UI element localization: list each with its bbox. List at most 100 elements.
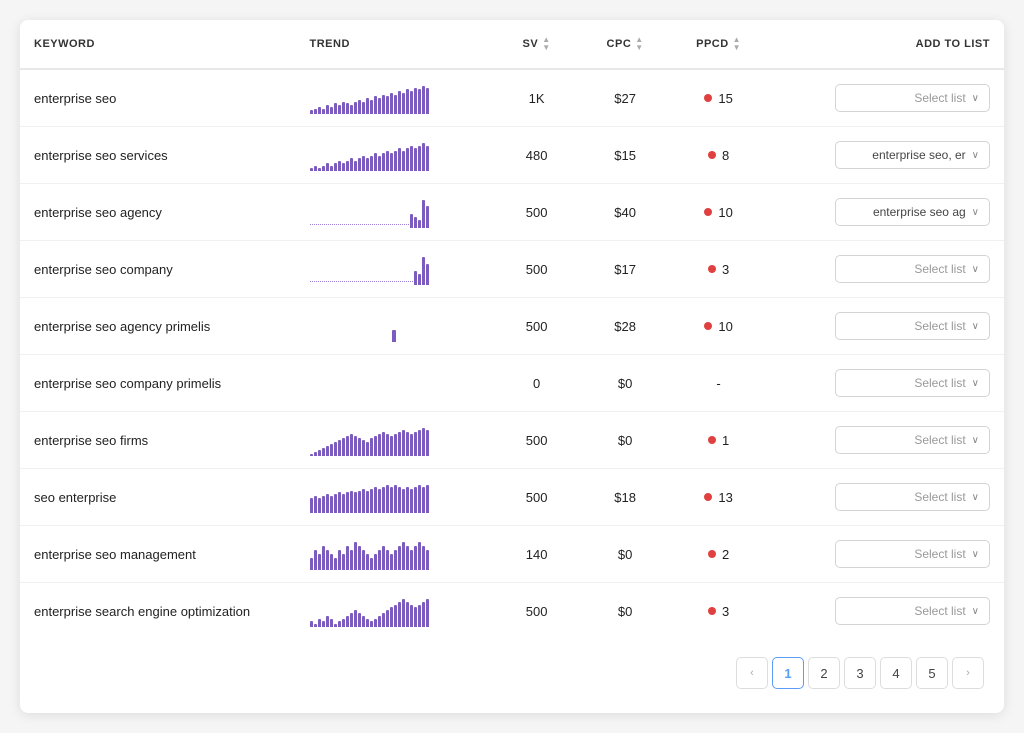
page-4-button[interactable]: 4 bbox=[880, 657, 912, 689]
trend-cell bbox=[296, 526, 493, 583]
ppcd-cell: 2 bbox=[669, 526, 767, 583]
ppcd-sort-icon: ▲▼ bbox=[733, 36, 741, 52]
cpc-value: $18 bbox=[614, 490, 636, 505]
select-list-dropdown[interactable]: Select list ∨ bbox=[835, 255, 990, 283]
sv-value: 500 bbox=[526, 262, 548, 277]
list-selected-value: enterprise seo ag bbox=[846, 205, 966, 219]
table-row: seo enterprise 500 $18 13 Select list ∨ bbox=[20, 469, 1004, 526]
list-placeholder: Select list bbox=[846, 262, 966, 276]
ppcd-dot bbox=[704, 208, 712, 216]
prev-page-button[interactable]: ‹ bbox=[736, 657, 768, 689]
list-placeholder: Select list bbox=[846, 490, 966, 504]
ppcd-value: 15 bbox=[718, 91, 732, 106]
keyword-text: enterprise seo management bbox=[34, 547, 196, 562]
sv-cell: 1K bbox=[492, 69, 581, 127]
keyword-text: enterprise seo company bbox=[34, 262, 173, 277]
sv-cell: 500 bbox=[492, 184, 581, 241]
th-ppcd[interactable]: PPCD ▲▼ bbox=[669, 20, 767, 69]
select-list-dropdown[interactable]: enterprise seo, er ∨ bbox=[835, 141, 990, 169]
list-cell: Select list ∨ bbox=[768, 526, 1004, 583]
page-2-button[interactable]: 2 bbox=[808, 657, 840, 689]
ppcd-cell: 15 bbox=[669, 69, 767, 127]
keyword-cell: seo enterprise bbox=[20, 469, 296, 526]
chevron-down-icon: ∨ bbox=[972, 492, 979, 503]
list-placeholder: Select list bbox=[846, 91, 966, 105]
cpc-value: $15 bbox=[614, 148, 636, 163]
th-cpc[interactable]: CPC ▲▼ bbox=[581, 20, 670, 69]
ppcd-value: 13 bbox=[718, 490, 732, 505]
select-list-dropdown[interactable]: Select list ∨ bbox=[835, 369, 990, 397]
cpc-cell: $17 bbox=[581, 241, 670, 298]
table-row: enterprise seo 1K $27 15 Select list ∨ bbox=[20, 69, 1004, 127]
chevron-down-icon: ∨ bbox=[972, 264, 979, 275]
chevron-down-icon: ∨ bbox=[972, 321, 979, 332]
select-list-dropdown[interactable]: enterprise seo ag ∨ bbox=[835, 198, 990, 226]
keyword-text: enterprise seo agency primelis bbox=[34, 319, 210, 334]
select-list-dropdown[interactable]: Select list ∨ bbox=[835, 426, 990, 454]
sv-cell: 500 bbox=[492, 412, 581, 469]
keyword-text: seo enterprise bbox=[34, 490, 116, 505]
table-header-row: KEYWORD TREND SV ▲▼ CPC ▲▼ bbox=[20, 20, 1004, 69]
th-keyword: KEYWORD bbox=[20, 20, 296, 69]
select-list-dropdown[interactable]: Select list ∨ bbox=[835, 312, 990, 340]
keyword-cell: enterprise seo company primelis bbox=[20, 355, 296, 412]
sv-value: 500 bbox=[526, 319, 548, 334]
table-row: enterprise seo agency 500 $40 10 enterpr… bbox=[20, 184, 1004, 241]
th-sv[interactable]: SV ▲▼ bbox=[492, 20, 581, 69]
list-cell: enterprise seo, er ∨ bbox=[768, 127, 1004, 184]
sv-value: 500 bbox=[526, 604, 548, 619]
keyword-cell: enterprise seo bbox=[20, 69, 296, 127]
cpc-value: $0 bbox=[618, 433, 632, 448]
sv-cell: 480 bbox=[492, 127, 581, 184]
keyword-cell: enterprise seo management bbox=[20, 526, 296, 583]
chevron-down-icon: ∨ bbox=[972, 549, 979, 560]
trend-cell bbox=[296, 69, 493, 127]
list-cell: Select list ∨ bbox=[768, 469, 1004, 526]
page-3-button[interactable]: 3 bbox=[844, 657, 876, 689]
chevron-down-icon: ∨ bbox=[972, 378, 979, 389]
trend-cell bbox=[296, 412, 493, 469]
keyword-cell: enterprise seo company bbox=[20, 241, 296, 298]
next-page-button[interactable]: › bbox=[952, 657, 984, 689]
select-list-dropdown[interactable]: Select list ∨ bbox=[835, 84, 990, 112]
sv-value: 480 bbox=[526, 148, 548, 163]
select-list-dropdown[interactable]: Select list ∨ bbox=[835, 483, 990, 511]
sv-cell: 500 bbox=[492, 298, 581, 355]
list-placeholder: Select list bbox=[846, 319, 966, 333]
ppcd-value: 10 bbox=[718, 319, 732, 334]
page-5-button[interactable]: 5 bbox=[916, 657, 948, 689]
sv-cell: 140 bbox=[492, 526, 581, 583]
chevron-down-icon: ∨ bbox=[972, 207, 979, 218]
chevron-down-icon: ∨ bbox=[972, 606, 979, 617]
sv-cell: 0 bbox=[492, 355, 581, 412]
list-placeholder: Select list bbox=[846, 547, 966, 561]
ppcd-cell: 10 bbox=[669, 184, 767, 241]
list-selected-value: enterprise seo, er bbox=[846, 148, 966, 162]
keyword-cell: enterprise seo agency bbox=[20, 184, 296, 241]
page-1-button[interactable]: 1 bbox=[772, 657, 804, 689]
select-list-dropdown[interactable]: Select list ∨ bbox=[835, 540, 990, 568]
ppcd-cell: 3 bbox=[669, 241, 767, 298]
list-cell: Select list ∨ bbox=[768, 355, 1004, 412]
keyword-text: enterprise seo company primelis bbox=[34, 376, 221, 391]
keyword-text: enterprise seo firms bbox=[34, 433, 148, 448]
keyword-text: enterprise seo services bbox=[34, 148, 168, 163]
table-row: enterprise seo management 140 $0 2 Selec… bbox=[20, 526, 1004, 583]
cpc-cell: $27 bbox=[581, 69, 670, 127]
list-cell: Select list ∨ bbox=[768, 298, 1004, 355]
list-cell: Select list ∨ bbox=[768, 241, 1004, 298]
cpc-value: $0 bbox=[618, 547, 632, 562]
ppcd-dot bbox=[708, 265, 716, 273]
chevron-down-icon: ∨ bbox=[972, 435, 979, 446]
keyword-cell: enterprise seo firms bbox=[20, 412, 296, 469]
sv-value: 500 bbox=[526, 433, 548, 448]
trend-cell bbox=[296, 241, 493, 298]
th-add-to-list: ADD TO LIST bbox=[768, 20, 1004, 69]
select-list-dropdown[interactable]: Select list ∨ bbox=[835, 597, 990, 625]
pagination: ‹ 1 2 3 4 5 › bbox=[20, 639, 1004, 693]
sv-value: 500 bbox=[526, 490, 548, 505]
ppcd-cell: - bbox=[669, 355, 767, 412]
cpc-cell: $18 bbox=[581, 469, 670, 526]
keyword-text: enterprise search engine optimization bbox=[34, 604, 250, 619]
cpc-cell: $0 bbox=[581, 526, 670, 583]
